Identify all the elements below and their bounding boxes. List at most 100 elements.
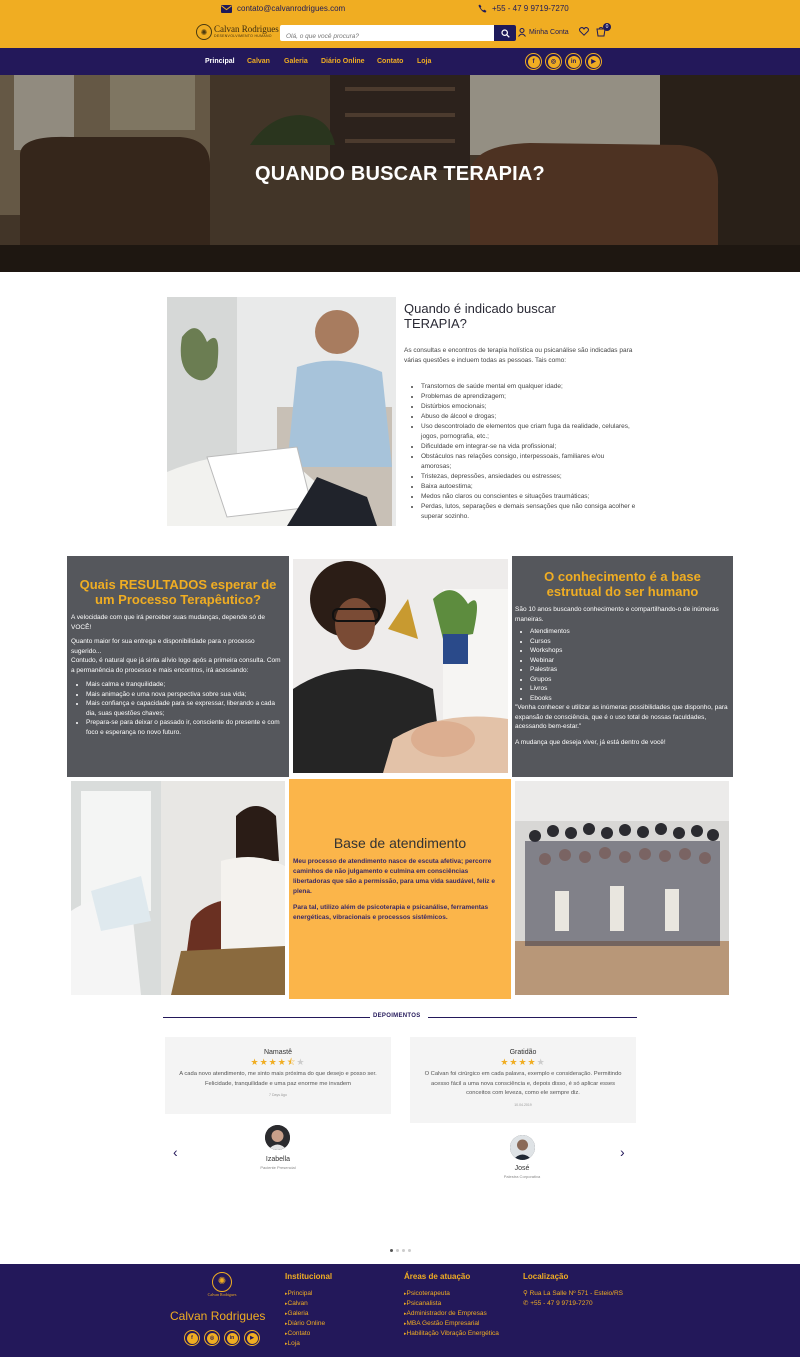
testimonial-heading: Namastê [263,1049,292,1056]
footer-address[interactable]: ⚲ Rua La Salle Nº 571 - Esteio/RS [523,1289,623,1299]
footer-phone[interactable]: ✆ +55 - 47 9 9719-7270 [523,1299,623,1309]
phone-text[interactable]: +55 - 47 9 9719-7270 [492,4,569,13]
base-paragraph-1: Meu processo de atendimento nasce de esc… [293,858,495,895]
base-paragraph-2: Para tal, utilizo além de psicoterapia e… [293,904,489,921]
list-item: Prepara-se para deixar o passado ir, con… [86,718,285,737]
nav-item-contato[interactable]: Contato [377,58,403,65]
footer-instagram-link[interactable]: ◎ [204,1330,220,1346]
avatar [265,1125,290,1150]
therapy-session-photo [167,297,396,526]
knowledge-text: São 10 anos buscando conhecimento e comp… [515,605,730,747]
footer-link[interactable]: Calvan [285,1299,325,1309]
carousel-dot[interactable] [396,1249,399,1252]
nav-item-galeria[interactable]: Galeria [284,58,308,65]
address-text[interactable]: Rua La Salle Nº 571 - Esteio/RS [530,1290,623,1297]
knowledge-paragraph: São 10 anos buscando conhecimento e comp… [515,606,719,623]
facebook-link[interactable]: f [525,53,542,70]
testimonial-text: O Calvan foi cirúrgico em cada palavra, … [424,1071,622,1096]
search-input[interactable] [280,28,494,41]
account-label[interactable]: Minha Conta [529,29,569,36]
search-bar [280,25,516,41]
nav-item-principal[interactable]: Principal [205,58,235,65]
footer-institutional-title: Institucional [285,1272,333,1281]
youtube-link[interactable]: ▶ [585,53,602,70]
group-photo [515,781,729,995]
footer-areas-list: Psicoterapeuta Psicanalista Administrado… [404,1289,514,1339]
footer-youtube-link[interactable]: ▶ [244,1330,260,1346]
list-item: Grupos [530,675,730,685]
footer-logo[interactable]: ✺ Calvan Rodrigues [207,1272,237,1297]
facebook-icon: f [186,1332,198,1344]
knowledge-quote: "Venha conhecer e utilizar as inúmeras p… [515,704,728,730]
carousel-next-arrow-icon[interactable]: › [620,1144,625,1160]
email-contact[interactable]: contato@calvanrodrigues.com [221,4,345,13]
therapy-title: Quando é indicado buscar TERAPIA? [404,301,556,331]
footer-link[interactable]: Principal [285,1289,325,1299]
testimonials-title: DEPOIMENTOS [373,1013,421,1019]
list-item: Palestras [530,665,730,675]
logo-tagline: DESENVOLVIMENTO HUMANO [214,34,272,39]
knowledge-title: O conhecimento é a base estrutual do ser… [544,569,701,599]
results-paragraph-1: A velocidade com que irá perceber suas m… [71,614,266,631]
linkedin-icon: in [567,55,580,68]
footer-link[interactable]: Galeria [285,1309,325,1319]
energy-therapy-photo [293,559,508,773]
knowledge-closing: A mudança que deseja viver, já está dent… [515,738,666,746]
carousel-dot[interactable] [408,1249,411,1252]
footer-link[interactable]: Psicanalista [404,1299,514,1309]
search-button[interactable] [494,25,516,41]
therapy-title-line2: TERAPIA? [404,316,467,331]
nav-item-calvan[interactable]: Calvan [247,58,270,65]
list-item: Baixa autoestima; [421,482,636,492]
testimonial-heading: Gratidão [509,1049,537,1056]
site-footer: ✺ Calvan Rodrigues Calvan Rodrigues Inst… [0,1264,800,1357]
carousel-pagination [390,1249,411,1252]
footer-link[interactable]: Habilitação Vibração Energética [404,1329,514,1339]
testimonial-card: Namastê ★★★★⯪★ A cada novo atendimento, … [165,1037,391,1114]
footer-link[interactable]: Administrador de Empresas [404,1309,514,1319]
list-item: Problemas de aprendizagem; [421,392,636,402]
phone-contact[interactable]: +55 - 47 9 9719-7270 [478,4,569,13]
mail-icon [221,4,232,13]
linkedin-link[interactable]: in [565,53,582,70]
site-logo[interactable]: ✺ Calvan Rodrigues DESENVOLVIMENTO HUMAN… [196,24,279,40]
email-text[interactable]: contato@calvanrodrigues.com [237,4,345,13]
map-pin-icon: ⚲ [523,1290,528,1297]
youtube-icon: ▶ [246,1332,258,1344]
testimonial-date: 10.04.2019 [514,1102,532,1107]
carousel-dot[interactable] [390,1249,393,1252]
heart-icon[interactable] [579,27,589,36]
footer-link[interactable]: Diário Online [285,1319,326,1329]
my-account-link[interactable]: Minha Conta [518,28,569,37]
footer-link[interactable]: Psicoterapeuta [404,1289,514,1299]
list-item: Perdas, lutos, separações e demais sensa… [421,502,636,522]
list-item: Mais calma e tranquilidade; [86,680,285,690]
footer-link[interactable]: Loja [285,1339,325,1349]
list-item: Webinar [530,656,730,666]
youtube-icon: ▶ [587,55,600,68]
list-item: Uso descontrolado de elementos que criam… [421,422,636,442]
footer-linkedin-link[interactable]: in [224,1330,240,1346]
footer-link[interactable]: MBA Gestão Empresarial [404,1319,514,1329]
results-list: Mais calma e tranquilidade; Mais animaçã… [71,680,285,737]
rating-stars: ★★★★★ [500,1057,546,1067]
nav-item-loja[interactable]: Loja [417,58,431,65]
carousel-prev-arrow-icon[interactable]: ‹ [173,1144,178,1160]
hero-banner: QUANDO BUSCAR TERAPIA? [0,75,800,272]
footer-facebook-link[interactable]: f [184,1330,200,1346]
list-item: Livros [530,684,730,694]
results-title: Quais RESULTADOS esperar de um Processo … [79,577,277,607]
list-item: Tristezas, depressões, ansiedades ou est… [421,472,636,482]
logo-emblem-icon: ✺ [212,1272,232,1292]
instagram-link[interactable]: ◎ [545,53,562,70]
base-title: Base de atendimento [333,835,467,851]
base-text: Meu processo de atendimento nasce de esc… [293,857,507,923]
footer-link[interactable]: Contato [285,1329,325,1339]
testimonial-author: José [514,1165,530,1172]
footer-institutional-list: Principal Calvan Galeria Diário Online C… [285,1289,326,1349]
carousel-dot[interactable] [402,1249,405,1252]
list-item: Ebooks [530,694,730,704]
list-item: Atendimentos [530,627,730,637]
nav-item-diario-online[interactable]: Diário Online [321,58,365,65]
phone-text[interactable]: +55 - 47 9 9719-7270 [530,1300,592,1307]
